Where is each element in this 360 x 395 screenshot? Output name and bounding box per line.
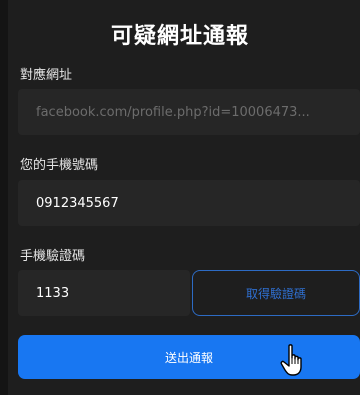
verification-code-value: 1133 — [36, 285, 70, 301]
phone-input[interactable]: 0912345567 — [18, 180, 360, 226]
verification-code-input[interactable]: 1133 — [18, 270, 190, 316]
get-code-button[interactable]: 取得驗證碼 — [192, 270, 360, 316]
hand-pointer-icon — [280, 344, 302, 376]
url-label: 對應網址 — [20, 68, 73, 83]
dialog-title: 可疑網址通報 — [110, 24, 249, 49]
url-field-value: facebook.com/profile.php?id=10006473... — [36, 104, 310, 120]
code-label: 手機驗證碼 — [20, 249, 86, 264]
phone-input-value: 0912345567 — [36, 195, 119, 211]
url-field[interactable]: facebook.com/profile.php?id=10006473... — [18, 89, 360, 135]
phone-label: 您的手機號碼 — [20, 158, 99, 173]
